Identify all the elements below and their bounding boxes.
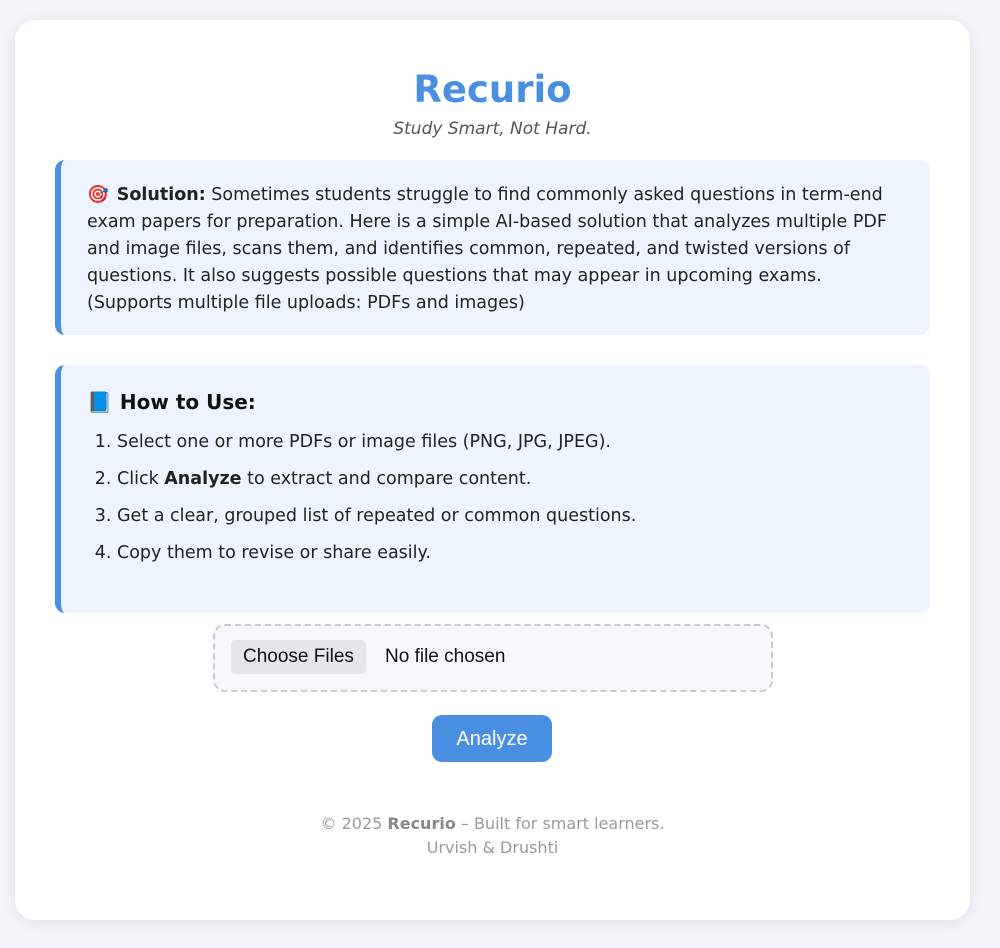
app-title: Recurio: [413, 68, 572, 111]
book-icon: 📘: [87, 390, 112, 414]
steps-list: Select one or more PDFs or image files (…: [87, 429, 900, 566]
step-3: Get a clear, grouped list of repeated or…: [117, 503, 900, 529]
how-to-box: 📘 How to Use: Select one or more PDFs or …: [55, 365, 930, 613]
file-status-text: No file chosen: [385, 646, 506, 667]
footer-authors: Urvish & Drushti: [426, 838, 559, 857]
footer-copyright-prefix: © 2025: [320, 814, 388, 833]
step-1: Select one or more PDFs or image files (…: [117, 429, 900, 455]
target-icon: 🎯: [87, 185, 109, 205]
step-2: Click Analyze to extract and compare con…: [117, 466, 900, 492]
choose-files-button[interactable]: Choose Files: [231, 640, 366, 674]
solution-label: Solution:: [116, 185, 206, 205]
step-2-bold: Analyze: [164, 469, 242, 489]
step-4: Copy them to revise or share easily.: [117, 540, 900, 566]
how-to-title: 📘 How to Use:: [87, 387, 900, 417]
footer-copyright-suffix: – Built for smart learners.: [455, 814, 665, 833]
file-upload-area[interactable]: Choose Files No file chosen: [213, 624, 773, 692]
app-tagline: Study Smart, Not Hard.: [393, 119, 592, 139]
footer: © 2025 Recurio – Built for smart learner…: [15, 812, 970, 860]
footer-copyright: © 2025 Recurio – Built for smart learner…: [15, 812, 970, 836]
main-card: Recurio Study Smart, Not Hard. 🎯 Solution…: [15, 20, 970, 920]
step-2-suffix: to extract and compare content.: [241, 469, 532, 489]
solution-text: Sometimes students struggle to find comm…: [87, 185, 887, 313]
footer-brand: Recurio: [387, 814, 456, 833]
analyze-button[interactable]: Analyze: [432, 715, 552, 762]
step-2-prefix: Click: [117, 469, 165, 489]
how-to-heading: How to Use:: [119, 390, 256, 414]
solution-box: 🎯 Solution: Sometimes students struggle t…: [55, 160, 930, 335]
